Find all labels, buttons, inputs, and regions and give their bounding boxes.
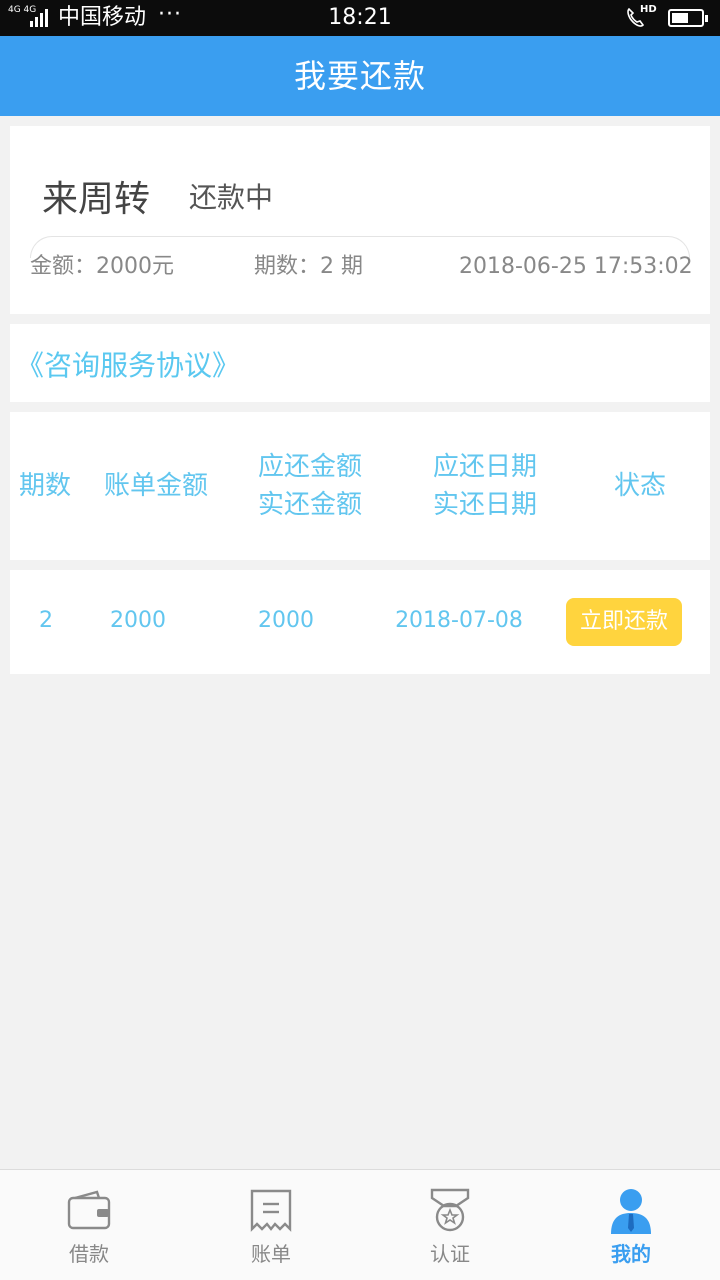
loan-amount: 金额：2000元 — [30, 254, 174, 279]
header-amounts: 应还金额 实还金额 — [240, 448, 380, 524]
clock: 18:21 — [328, 5, 392, 30]
loan-datetime: 2018-06-25 17:53:02 — [459, 254, 693, 279]
tab-label: 账单 — [251, 1242, 291, 1266]
status-bar: 4G 4G 中国移动 ··· 18:21 HD — [0, 0, 720, 36]
header-status: 状态 — [613, 471, 666, 501]
medal-icon — [430, 1188, 470, 1232]
header-paid-amount: 实还金额 — [257, 490, 362, 520]
repayment-table-header: 期数 账单金额 应还金额 实还金额 应还日期 实还日期 状态 — [10, 412, 710, 560]
user-icon — [611, 1189, 651, 1234]
header-dates: 应还日期 实还日期 — [415, 448, 555, 524]
loan-status: 还款中 — [189, 181, 274, 214]
loan-periods: 期数：2 期 — [254, 254, 363, 279]
tab-label: 我的 — [611, 1242, 651, 1266]
header-paid-date: 实还日期 — [432, 490, 537, 520]
repay-now-button[interactable]: 立即还款 — [566, 598, 682, 646]
header-due-amount: 应还金额 — [257, 452, 362, 482]
tab-loan[interactable]: 借款 — [29, 1170, 149, 1280]
row-due-date: 2018-07-08 — [395, 608, 523, 633]
header-bill-amount: 账单金额 — [103, 471, 208, 501]
hd-badge: HD — [640, 4, 657, 15]
battery-icon — [668, 9, 708, 27]
header-due-date: 应还日期 — [432, 452, 537, 482]
tab-label: 借款 — [69, 1242, 109, 1266]
table-row: 2 2000 2000 2018-07-08 立即还款 — [10, 570, 710, 674]
service-agreement-link[interactable]: 《咨询服务协议》 — [16, 344, 240, 384]
bill-icon — [250, 1189, 292, 1232]
tab-bill[interactable]: 账单 — [211, 1170, 331, 1280]
row-due-amount: 2000 — [258, 608, 314, 633]
nav-bar: 我要还款 — [0, 36, 720, 116]
header-period: 期数 — [18, 471, 71, 501]
tab-mine[interactable]: 我的 — [571, 1170, 691, 1280]
row-bill-amount: 2000 — [110, 608, 166, 633]
page-title: 我要还款 — [293, 57, 426, 95]
tab-label: 认证 — [430, 1242, 470, 1266]
row-period: 2 — [39, 608, 53, 633]
loan-summary-card: 来周转 还款中 金额：2000元 期数：2 期 2018-06-25 17:53… — [10, 126, 710, 314]
tab-auth[interactable]: 认证 — [390, 1170, 510, 1280]
loan-product-name: 来周转 — [42, 179, 151, 220]
wallet-icon — [67, 1190, 111, 1230]
agreement-card: 《咨询服务协议》 — [10, 324, 710, 402]
bottom-tab-bar: 借款 账单 认证 我的 — [0, 1169, 720, 1280]
